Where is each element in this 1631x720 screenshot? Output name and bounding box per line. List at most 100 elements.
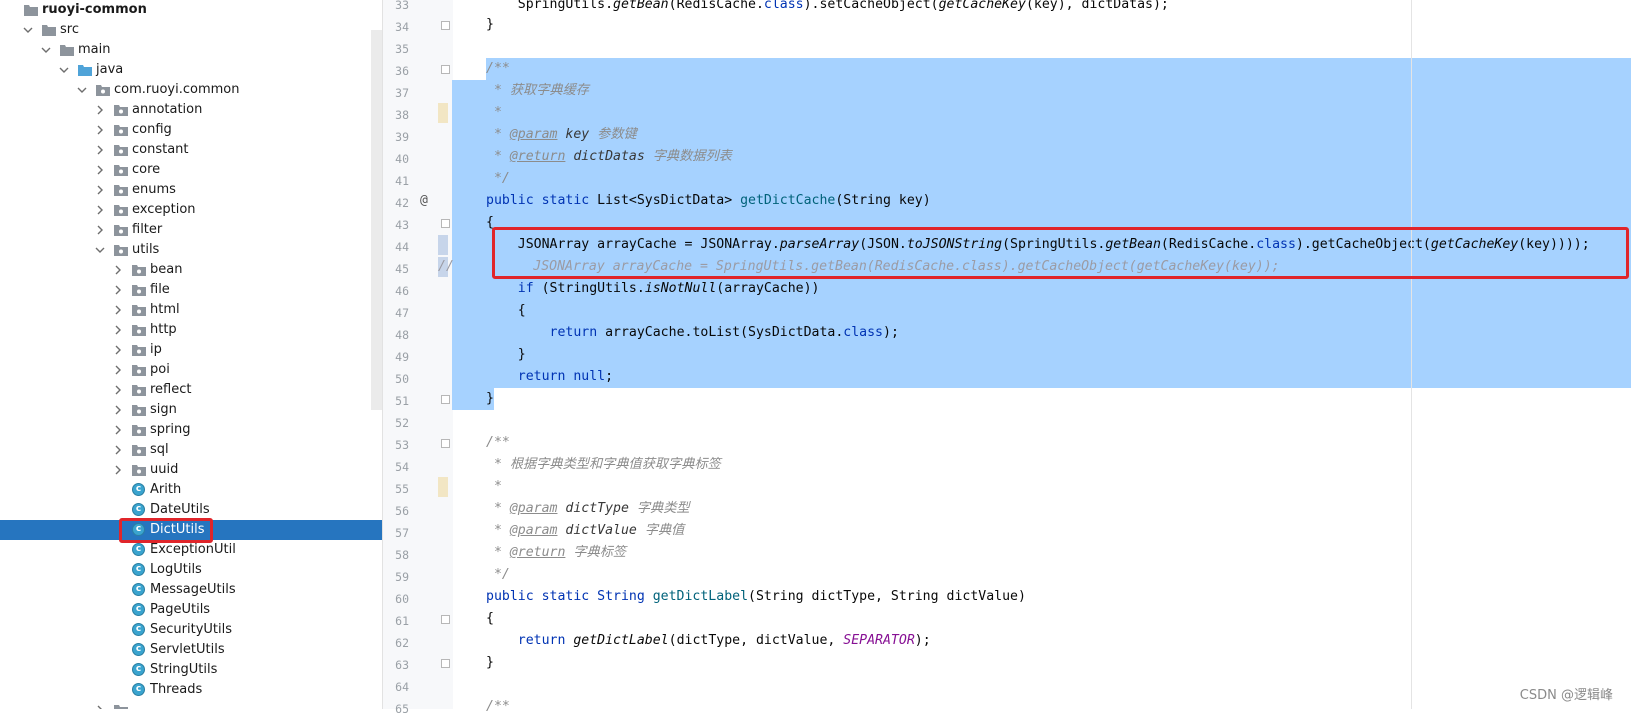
tree-item-utils-package[interactable]: http xyxy=(0,320,382,340)
fold-marker-icon[interactable] xyxy=(441,439,450,448)
tree-item-subpackage[interactable]: config xyxy=(0,120,382,140)
code-line-62: return getDictLabel(dictType, dictValue,… xyxy=(517,633,931,648)
chevron-right-icon[interactable] xyxy=(94,164,106,176)
tree-item-subpackage[interactable]: core xyxy=(0,160,382,180)
code-line-34: } xyxy=(486,17,494,32)
tree-item-utils-package[interactable]: reflect xyxy=(0,380,382,400)
fold-marker-icon[interactable] xyxy=(441,21,450,30)
tree-item-class[interactable]: c ServletUtils xyxy=(0,640,382,660)
chevron-down-icon[interactable] xyxy=(76,84,88,96)
module-folder-icon xyxy=(24,4,38,16)
tree-item-label: poi xyxy=(150,362,170,377)
chevron-right-icon[interactable] xyxy=(94,184,106,196)
code-line-44: JSONArray arrayCache = JSONArray.parseAr… xyxy=(517,237,1590,252)
tree-item-package[interactable]: com.ruoyi.common xyxy=(0,80,382,100)
chevron-right-icon[interactable] xyxy=(112,424,124,436)
chevron-down-icon[interactable] xyxy=(22,24,34,36)
chevron-down-icon[interactable] xyxy=(94,244,106,256)
package-icon xyxy=(132,364,146,376)
tree-item-label: Arith xyxy=(150,482,182,497)
tree-item-class[interactable]: c ExceptionUtil xyxy=(0,540,382,560)
fold-marker-icon[interactable] xyxy=(441,395,450,404)
tree-item-class[interactable]: c Arith xyxy=(0,480,382,500)
code-editor[interactable]: SpringUtils.getBean(RedisCache.class).se… xyxy=(438,0,1631,714)
chevron-right-icon[interactable] xyxy=(112,264,124,276)
line-number: 51 xyxy=(395,394,409,408)
line-number: 39 xyxy=(395,130,409,144)
tree-item-subpackage[interactable]: annotation xyxy=(0,100,382,120)
chevron-right-icon[interactable] xyxy=(112,324,124,336)
code-line-53: /** xyxy=(486,435,510,450)
fold-marker-icon[interactable] xyxy=(441,65,450,74)
tree-item-class[interactable]: c Threads xyxy=(0,680,382,700)
tree-item-utils-package[interactable]: sql xyxy=(0,440,382,460)
chevron-right-icon[interactable] xyxy=(94,144,106,156)
chevron-right-icon[interactable] xyxy=(112,304,124,316)
chevron-right-icon[interactable] xyxy=(94,204,106,216)
tree-item-partial[interactable] xyxy=(0,700,382,709)
chevron-right-icon[interactable] xyxy=(94,124,106,136)
tree-item-subpackage[interactable]: constant xyxy=(0,140,382,160)
line-number: 38 xyxy=(395,108,409,122)
line-number: 64 xyxy=(395,680,409,694)
tree-item-utils-package[interactable]: poi xyxy=(0,360,382,380)
code-line-56: * @param dictType 字典类型 xyxy=(486,501,690,516)
chevron-right-icon[interactable] xyxy=(112,344,124,356)
tree-item-ruoyi-common[interactable]: ruoyi-common xyxy=(0,0,382,20)
watermark: CSDN @逻辑峰 xyxy=(1519,688,1613,703)
line-number: 54 xyxy=(395,460,409,474)
chevron-right-icon[interactable] xyxy=(112,444,124,456)
fold-marker-icon[interactable] xyxy=(441,659,450,668)
tree-scrollbar[interactable] xyxy=(371,30,382,410)
chevron-right-icon[interactable] xyxy=(94,704,106,709)
tree-item-utils-package[interactable]: sign xyxy=(0,400,382,420)
tree-item-subpackage[interactable]: enums xyxy=(0,180,382,200)
line-number: 58 xyxy=(395,548,409,562)
tree-item-utils-package[interactable]: spring xyxy=(0,420,382,440)
tree-item-utils-package[interactable]: bean xyxy=(0,260,382,280)
tree-item-class[interactable]: c LogUtils xyxy=(0,560,382,580)
tree-item-class-selected[interactable]: c DictUtils xyxy=(0,520,382,540)
chevron-right-icon[interactable] xyxy=(112,464,124,476)
tree-item-subpackage[interactable]: filter xyxy=(0,220,382,240)
chevron-down-icon[interactable] xyxy=(58,64,70,76)
tree-item-class[interactable]: c SecurityUtils xyxy=(0,620,382,640)
tree-item-utils-package[interactable]: ip xyxy=(0,340,382,360)
tree-item-class[interactable]: c StringUtils xyxy=(0,660,382,680)
fold-marker-icon[interactable] xyxy=(441,219,450,228)
line-number: 44 xyxy=(395,240,409,254)
tree-item-utils-package[interactable]: file xyxy=(0,280,382,300)
project-tree[interactable]: ruoyi-common src main java com.ruoyi.com… xyxy=(0,0,382,709)
tree-item-label: html xyxy=(150,302,180,317)
chevron-right-icon[interactable] xyxy=(112,364,124,376)
tree-item-label: DateUtils xyxy=(150,502,210,517)
package-icon xyxy=(132,304,146,316)
chevron-right-icon[interactable] xyxy=(112,284,124,296)
tree-item-utils-package[interactable]: html xyxy=(0,300,382,320)
class-icon: c xyxy=(132,683,145,696)
code-line-49: } xyxy=(517,347,526,362)
package-icon xyxy=(132,404,146,416)
tree-item-java[interactable]: java xyxy=(0,60,382,80)
code-line-65: /** xyxy=(486,699,510,714)
tree-item-src[interactable]: src xyxy=(0,20,382,40)
chevron-right-icon[interactable] xyxy=(112,384,124,396)
tree-item-label: ip xyxy=(150,342,162,357)
chevron-right-icon[interactable] xyxy=(112,404,124,416)
tree-item-utils-package[interactable]: uuid xyxy=(0,460,382,480)
chevron-down-icon[interactable] xyxy=(40,44,52,56)
chevron-right-icon[interactable] xyxy=(94,104,106,116)
code-line-42: public static List<SysDictData> getDictC… xyxy=(486,193,931,208)
fold-marker-icon[interactable] xyxy=(441,615,450,624)
tree-item-class[interactable]: c PageUtils xyxy=(0,600,382,620)
tree-item-class[interactable]: c DateUtils xyxy=(0,500,382,520)
tree-item-class[interactable]: c MessageUtils xyxy=(0,580,382,600)
override-marker-icon[interactable]: @ xyxy=(420,193,428,208)
line-number: 34 xyxy=(395,20,409,34)
tree-item-utils[interactable]: utils xyxy=(0,240,382,260)
tree-item-subpackage[interactable]: exception xyxy=(0,200,382,220)
chevron-right-icon[interactable] xyxy=(94,224,106,236)
tree-item-label: enums xyxy=(132,182,176,197)
tree-item-main[interactable]: main xyxy=(0,40,382,60)
code-line-61: { xyxy=(486,611,494,626)
